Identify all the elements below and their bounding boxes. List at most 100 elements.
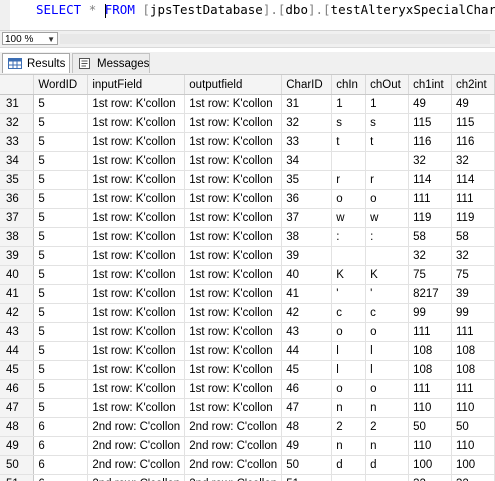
tab-results[interactable]: Results: [2, 53, 70, 73]
table-cell[interactable]: K: [331, 265, 367, 285]
table-cell[interactable]: t: [365, 132, 410, 152]
table-cell[interactable]: 5: [33, 360, 89, 380]
table-cell[interactable]: 43: [281, 322, 333, 342]
table-cell[interactable]: 5: [33, 322, 89, 342]
row-number[interactable]: 51: [0, 474, 35, 481]
zoom-select[interactable]: 100 % ▼: [2, 32, 58, 45]
row-number[interactable]: 49: [0, 436, 35, 456]
table-cell[interactable]: 2nd row: C'collon: [184, 417, 283, 437]
table-cell[interactable]: 111: [408, 189, 452, 209]
table-row[interactable]: 34 5 1st row: K'collon 1st row: K'collon 34 3…: [0, 151, 495, 171]
table-row[interactable]: 37 5 1st row: K'collon 1st row: K'collon 37 w…: [0, 208, 495, 228]
table-cell[interactable]: 110: [451, 398, 495, 418]
table-cell[interactable]: 119: [408, 208, 452, 228]
table-cell[interactable]: 5: [33, 284, 89, 304]
row-number[interactable]: 37: [0, 208, 35, 228]
table-cell[interactable]: 75: [408, 265, 452, 285]
row-number[interactable]: 31: [0, 94, 35, 114]
table-cell[interactable]: 111: [451, 379, 495, 399]
table-cell[interactable]: 5: [33, 303, 89, 323]
row-number[interactable]: 38: [0, 227, 35, 247]
table-cell[interactable]: 1st row: K'collon: [184, 360, 283, 380]
table-cell[interactable]: 1: [365, 94, 410, 114]
table-cell[interactable]: 1st row: K'collon: [87, 246, 186, 266]
column-header[interactable]: inputField: [87, 75, 186, 95]
table-cell[interactable]: ': [331, 284, 367, 304]
table-cell[interactable]: 35: [281, 170, 333, 190]
table-cell[interactable]: 111: [451, 189, 495, 209]
table-cell[interactable]: 50: [281, 455, 333, 475]
table-cell[interactable]: s: [365, 113, 410, 133]
query-editor[interactable]: SELECT * FROM [jpsTestDatabase].[dbo].[t…: [0, 0, 495, 31]
table-cell[interactable]: t: [331, 132, 367, 152]
row-number[interactable]: 47: [0, 398, 35, 418]
table-cell[interactable]: :: [331, 227, 367, 247]
table-cell[interactable]: 48: [281, 417, 333, 437]
table-cell[interactable]: 110: [408, 436, 452, 456]
row-number[interactable]: 48: [0, 417, 35, 437]
table-cell[interactable]: 1st row: K'collon: [87, 341, 186, 361]
table-cell[interactable]: 6: [33, 455, 89, 475]
table-cell[interactable]: 75: [451, 265, 495, 285]
table-cell[interactable]: 49: [451, 94, 495, 114]
table-cell[interactable]: 50: [408, 417, 452, 437]
column-header[interactable]: ch2int: [451, 75, 495, 95]
table-cell[interactable]: 1st row: K'collon: [184, 398, 283, 418]
table-cell[interactable]: 2nd row: C'collon: [184, 455, 283, 475]
table-cell[interactable]: 99: [408, 303, 452, 323]
column-header[interactable]: CharID: [281, 75, 333, 95]
table-row[interactable]: 39 5 1st row: K'collon 1st row: K'collon 39 3…: [0, 246, 495, 266]
table-cell[interactable]: 49: [281, 436, 333, 456]
tab-messages[interactable]: Messages: [72, 53, 150, 73]
table-cell[interactable]: 119: [451, 208, 495, 228]
table-cell[interactable]: K: [365, 265, 410, 285]
table-cell[interactable]: 34: [281, 151, 333, 171]
table-cell[interactable]: 110: [451, 436, 495, 456]
row-number[interactable]: 33: [0, 132, 35, 152]
table-cell[interactable]: 32: [281, 113, 333, 133]
table-cell[interactable]: 40: [281, 265, 333, 285]
table-cell[interactable]: 42: [281, 303, 333, 323]
table-cell[interactable]: 115: [451, 113, 495, 133]
table-cell[interactable]: 108: [408, 360, 452, 380]
table-cell[interactable]: 1st row: K'collon: [184, 113, 283, 133]
row-number[interactable]: 32: [0, 113, 35, 133]
table-cell[interactable]: 44: [281, 341, 333, 361]
table-cell[interactable]: 1st row: K'collon: [184, 208, 283, 228]
table-cell[interactable]: 1st row: K'collon: [87, 322, 186, 342]
table-cell[interactable]: 1st row: K'collon: [184, 246, 283, 266]
table-cell[interactable]: 1st row: K'collon: [87, 132, 186, 152]
table-cell[interactable]: o: [331, 379, 367, 399]
table-cell[interactable]: 2nd row: C'collon: [87, 417, 186, 437]
table-cell[interactable]: c: [331, 303, 367, 323]
table-cell[interactable]: 6: [33, 436, 89, 456]
table-cell[interactable]: 1st row: K'collon: [87, 227, 186, 247]
table-cell[interactable]: o: [331, 322, 367, 342]
table-row[interactable]: 5162nd row: C'collon2nd row: C'collon513…: [0, 474, 495, 481]
table-cell[interactable]: [365, 246, 410, 266]
table-cell[interactable]: 36: [281, 189, 333, 209]
table-cell[interactable]: 100: [451, 455, 495, 475]
table-cell[interactable]: 1st row: K'collon: [184, 189, 283, 209]
table-cell[interactable]: n: [331, 436, 367, 456]
table-cell[interactable]: 1st row: K'collon: [184, 265, 283, 285]
table-cell[interactable]: 5: [33, 94, 89, 114]
table-cell[interactable]: 2: [331, 417, 367, 437]
table-cell[interactable]: 1st row: K'collon: [87, 208, 186, 228]
row-number[interactable]: 36: [0, 189, 35, 209]
table-cell[interactable]: w: [365, 208, 410, 228]
table-cell[interactable]: d: [331, 455, 367, 475]
table-cell[interactable]: 2nd row: C'collon: [87, 474, 186, 481]
table-row[interactable]: 45 5 1st row: K'collon 1st row: K'collon 45 l…: [0, 360, 495, 380]
row-number[interactable]: 40: [0, 265, 35, 285]
table-cell[interactable]: 1st row: K'collon: [87, 379, 186, 399]
table-cell[interactable]: n: [331, 398, 367, 418]
table-cell[interactable]: 32: [451, 246, 495, 266]
table-cell[interactable]: [331, 151, 367, 171]
table-cell[interactable]: :: [365, 227, 410, 247]
table-cell[interactable]: 1st row: K'collon: [184, 284, 283, 304]
table-cell[interactable]: 6: [33, 417, 89, 437]
table-cell[interactable]: 6: [33, 474, 89, 481]
table-cell[interactable]: 1st row: K'collon: [87, 170, 186, 190]
table-cell[interactable]: 1st row: K'collon: [87, 284, 186, 304]
